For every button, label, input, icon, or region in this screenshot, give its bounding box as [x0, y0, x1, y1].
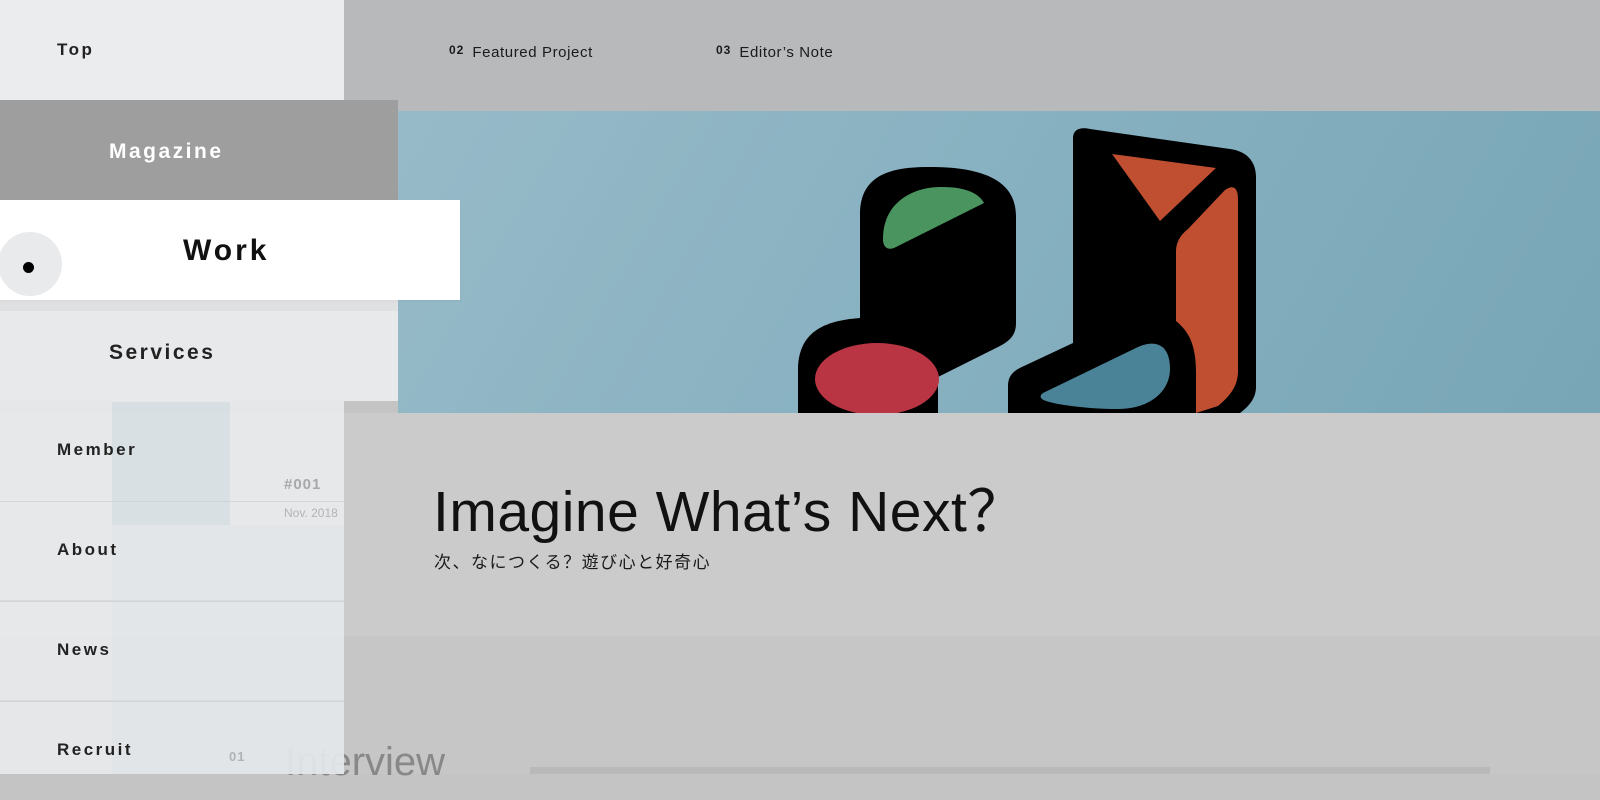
cursor-dot [23, 262, 34, 273]
tab-number: 03 [716, 43, 732, 57]
nav-item-magazine[interactable]: Magazine [0, 100, 398, 200]
nav-item-work[interactable]: Work [0, 200, 460, 300]
article-subtitle: 次、なにつくる？遊び心と好奇心 [434, 553, 712, 572]
nav-item-label: Top [57, 40, 95, 59]
nav-item-label: About [57, 540, 119, 559]
content-strip [530, 767, 1490, 774]
nav-item-news[interactable]: News [0, 600, 344, 701]
tab-number: 02 [449, 43, 465, 57]
nav-item-top[interactable]: Top [0, 0, 344, 100]
tab-label: Editor’s Note [739, 44, 834, 61]
hero-art-illustration [798, 128, 1256, 413]
nav-item-label: News [57, 640, 112, 659]
article-title: Imagine What’s Next？ [433, 480, 1025, 544]
nav-item-label: Recruit [57, 740, 134, 759]
nav-item-label: Magazine [109, 140, 224, 163]
nav-item-member[interactable]: Member [0, 400, 344, 500]
nav-item-about[interactable]: About [0, 500, 344, 601]
nav-item-services[interactable]: Services [0, 311, 398, 401]
nav-item-label: Work [183, 234, 270, 267]
hero-image [398, 111, 1600, 413]
nav-item-label: Services [109, 341, 216, 364]
tab-featured-project[interactable]: 02 Featured Project [449, 43, 593, 61]
nav-item-recruit[interactable]: Recruit [0, 700, 344, 800]
nav-item-label: Member [57, 440, 138, 459]
tab-label: Featured Project [472, 44, 593, 61]
tab-editors-note[interactable]: 03 Editor’s Note [716, 43, 834, 61]
